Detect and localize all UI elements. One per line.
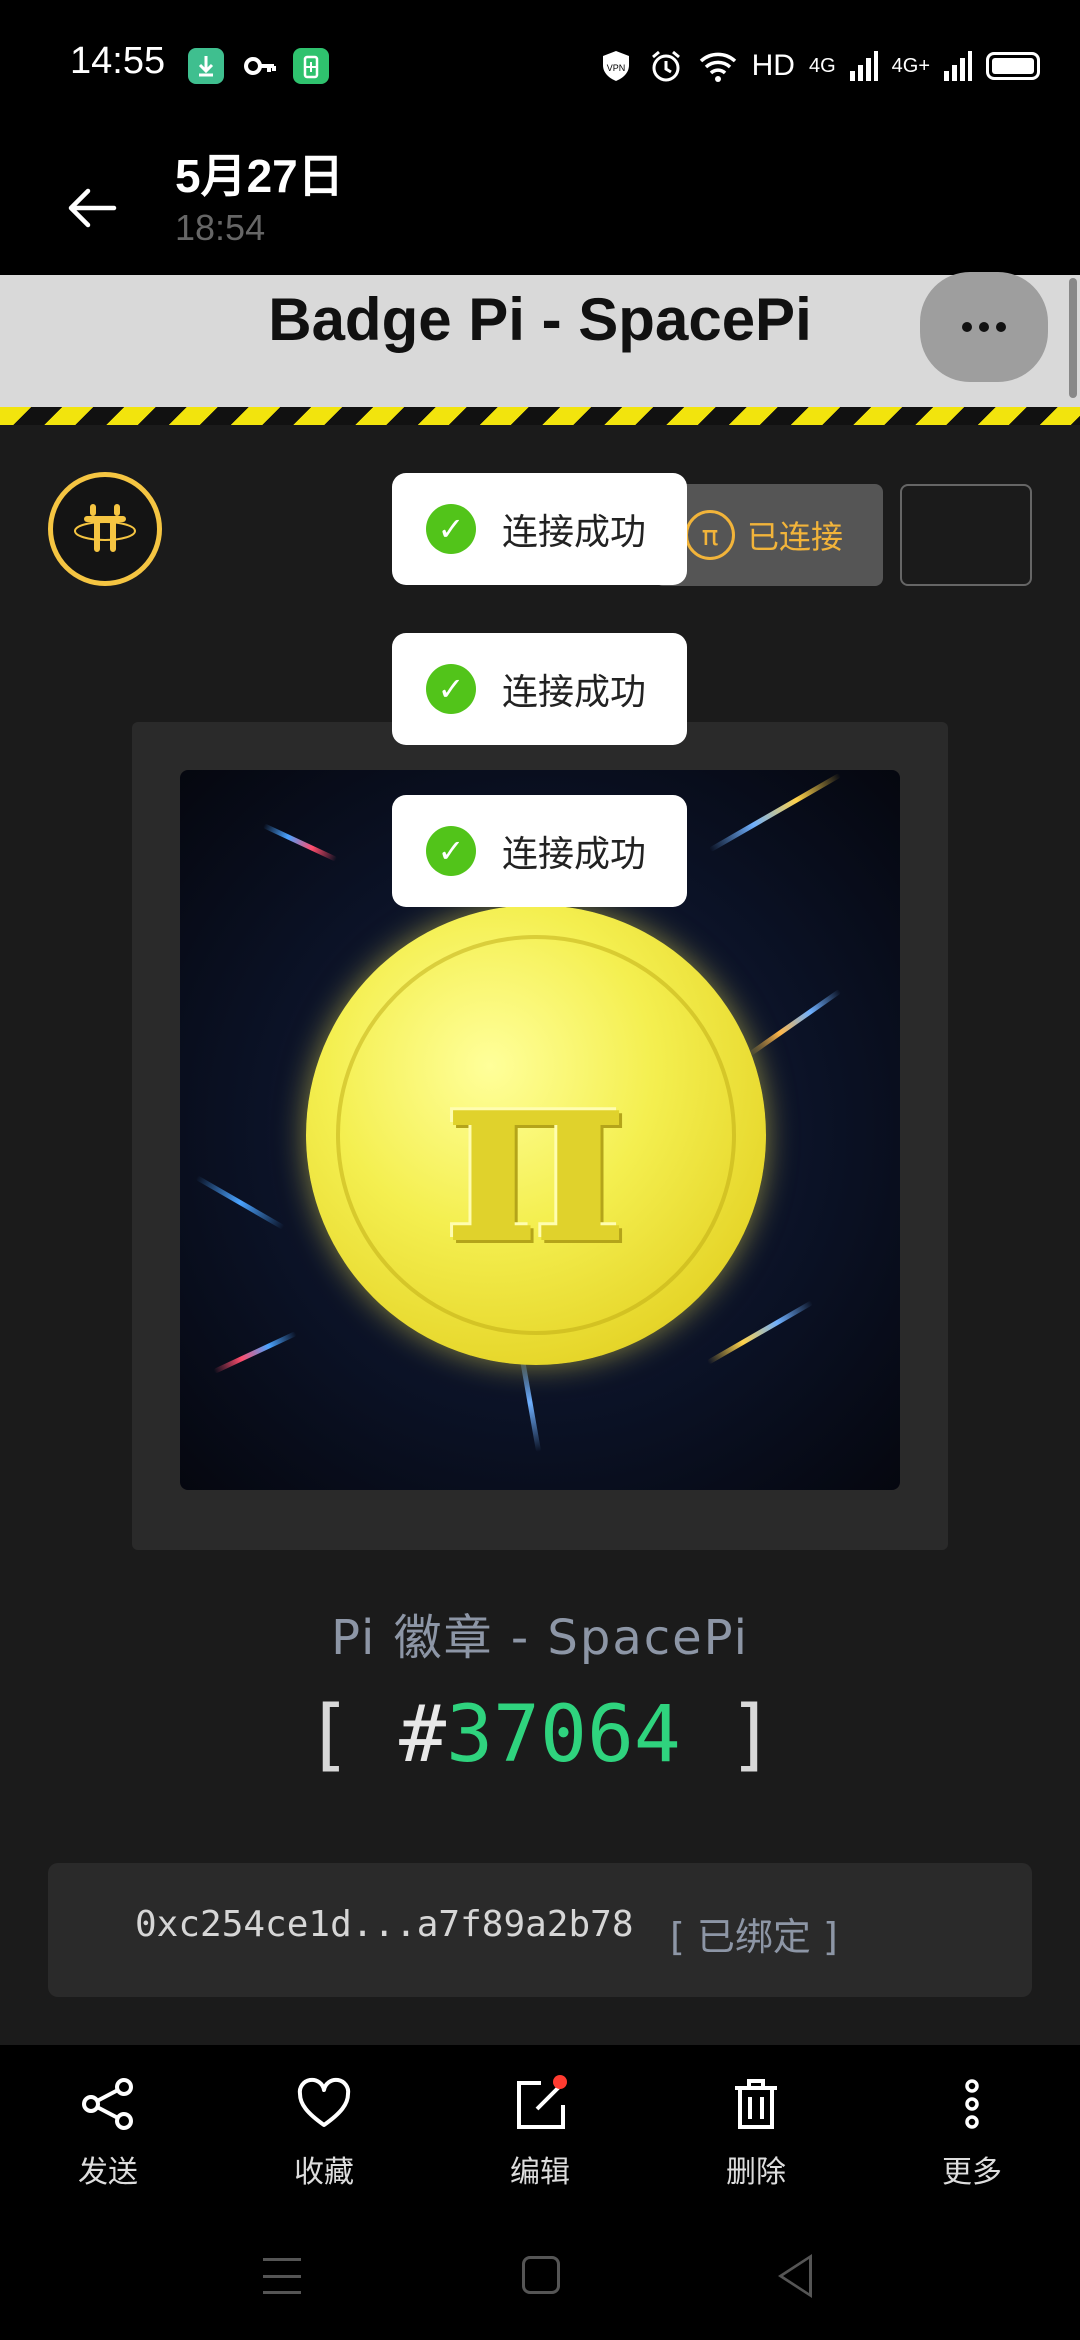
notification-dot [553, 2075, 567, 2089]
badge-number: [ #37064 ] [0, 1690, 1080, 1780]
signal-icon [849, 51, 878, 81]
alarm-icon [651, 50, 680, 82]
edit-icon [511, 2075, 569, 2133]
check-circle-icon: ✓ [426, 826, 476, 876]
heart-icon [295, 2075, 353, 2133]
toast-success: ✓ 连接成功 [392, 633, 687, 745]
dot [962, 322, 972, 332]
signal-1-label: 4G [808, 54, 836, 77]
bracket-close: ] [727, 1690, 775, 1780]
light-streak [262, 823, 338, 862]
light-streak [195, 1175, 285, 1230]
more-vertical-icon [943, 2075, 1001, 2133]
toast-text: 连接成功 [502, 512, 647, 553]
light-streak [706, 1300, 814, 1365]
favorite-label: 收藏 [294, 2155, 354, 2190]
vpn-icon: VPN [602, 51, 629, 81]
status-time: 14:55 [70, 40, 166, 82]
toast-success: ✓ 连接成功 [392, 795, 687, 907]
edit-button[interactable]: 编辑 [432, 2045, 648, 2215]
badge-name: Pi 徽章 - SpacePi [331, 1610, 749, 1666]
scrollbar[interactable] [1069, 278, 1077, 398]
status-bar: 14:55 VPN HD 4G 4G+ [0, 0, 1080, 130]
delete-button[interactable]: 删除 [648, 2045, 864, 2215]
pi-logo-icon [74, 504, 136, 552]
spacepi-logo [48, 472, 162, 586]
light-streak [708, 772, 842, 853]
signal-2-label: 4G+ [891, 54, 930, 77]
more-button[interactable]: 更多 [864, 2045, 1080, 2215]
toast-text: 连接成功 [502, 834, 647, 875]
hazard-stripe [0, 407, 1080, 425]
connected-label: 已连接 [747, 518, 844, 556]
more-label: 更多 [942, 2155, 1002, 2190]
download-icon [188, 48, 224, 84]
key-icon [242, 48, 278, 84]
favorite-button[interactable]: 收藏 [216, 2045, 432, 2215]
check-circle-icon: ✓ [426, 664, 476, 714]
bottom-toolbar: 发送 收藏 编辑 删除 更多 [0, 2045, 1080, 2215]
status-icons: VPN HD 4G 4G+ [598, 44, 1040, 88]
nav-home-button[interactable] [522, 2256, 560, 2294]
wallet-connected-button[interactable]: π 已连接 [655, 484, 883, 586]
send-label: 发送 [78, 2155, 138, 2190]
svg-text:VPN: VPN [606, 63, 625, 73]
signal-icon [944, 51, 972, 81]
app-header [0, 130, 1080, 275]
header-time: 18:54 [175, 207, 266, 248]
page-title: Badge Pi - SpacePi [268, 286, 812, 353]
trash-icon [727, 2075, 785, 2133]
back-button[interactable] [62, 178, 122, 238]
pi-coin: π [306, 905, 766, 1365]
nav-recents-button[interactable] [263, 2258, 301, 2294]
edit-label: 编辑 [510, 2155, 570, 2190]
more-menu-button[interactable] [920, 272, 1048, 382]
battery-icon [986, 52, 1040, 80]
badge-id: 37064 [446, 1690, 681, 1780]
dot [996, 322, 1006, 332]
header-date: 5月27日 [175, 150, 344, 202]
bracket-open: [ [305, 1690, 353, 1780]
light-streak [518, 1352, 542, 1453]
delete-label: 删除 [726, 2155, 786, 2190]
wallet-address[interactable]: 0xc254ce1d...a7f89a2b78 [135, 1904, 634, 1945]
pi-symbol-icon: π [444, 1005, 628, 1299]
toast-success: ✓ 连接成功 [392, 473, 687, 585]
toast-text: 连接成功 [502, 672, 647, 713]
dot [979, 322, 989, 332]
bound-status: [ 已绑定 ] [670, 1915, 838, 1959]
wifi-icon [699, 52, 736, 82]
light-streak [213, 1331, 297, 1374]
check-circle-icon: ✓ [426, 504, 476, 554]
battery-saver-icon [293, 48, 329, 84]
menu-button[interactable] [900, 484, 1032, 586]
nav-back-button[interactable] [778, 2254, 812, 2298]
share-icon [79, 2075, 137, 2133]
hd-label: HD [751, 49, 795, 82]
send-button[interactable]: 发送 [0, 2045, 216, 2215]
arrow-left-icon [68, 188, 117, 228]
pi-coin-icon: π [685, 510, 735, 560]
hash-sign: # [399, 1690, 447, 1780]
